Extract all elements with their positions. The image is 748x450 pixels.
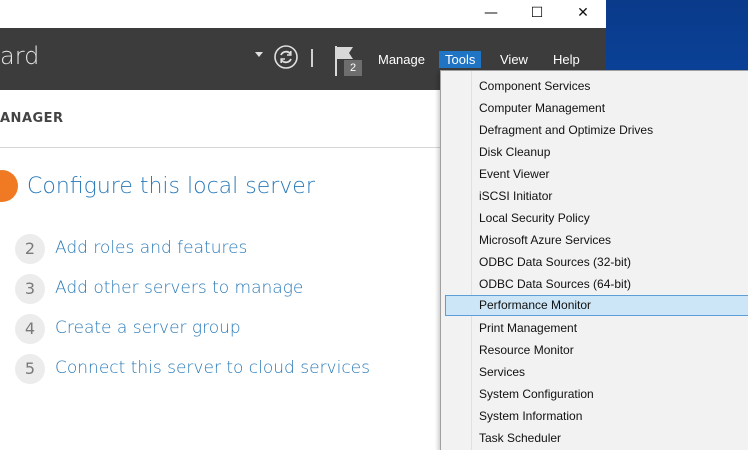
window-titlebar: — ☐ ✕	[0, 0, 606, 28]
menu-item-resource-monitor[interactable]: Resource Monitor	[445, 340, 747, 361]
menu-item-services[interactable]: Services	[445, 362, 747, 383]
menu-item-system-configuration[interactable]: System Configuration	[445, 384, 747, 405]
menu-view[interactable]: View	[494, 51, 534, 68]
menu-item-defragment[interactable]: Defragment and Optimize Drives	[445, 120, 747, 141]
menu-item-odbc-64[interactable]: ODBC Data Sources (64-bit)	[445, 274, 747, 295]
create-server-group-link[interactable]: Create a server group	[55, 318, 241, 338]
menu-item-event-viewer[interactable]: Event Viewer	[445, 164, 747, 185]
menu-item-disk-cleanup[interactable]: Disk Cleanup	[445, 142, 747, 163]
page-title: ard	[0, 42, 40, 70]
refresh-icon[interactable]	[274, 45, 298, 69]
menu-item-odbc-32[interactable]: ODBC Data Sources (32-bit)	[445, 252, 747, 273]
step-number: 3	[15, 274, 45, 304]
menu-item-computer-management[interactable]: Computer Management	[445, 98, 747, 119]
step-number: 2	[15, 234, 45, 264]
menu-item-system-information[interactable]: System Information	[445, 406, 747, 427]
minimize-button[interactable]: —	[468, 0, 514, 28]
menu-item-performance-monitor[interactable]: Performance Monitor	[445, 295, 748, 316]
maximize-button[interactable]: ☐	[514, 0, 560, 28]
menu-item-task-scheduler[interactable]: Task Scheduler	[445, 428, 747, 449]
toolbar-divider	[311, 49, 313, 67]
menu-item-print-management[interactable]: Print Management	[445, 318, 747, 339]
add-roles-link[interactable]: Add roles and features	[55, 238, 247, 258]
menu-item-azure-services[interactable]: Microsoft Azure Services	[445, 230, 747, 251]
step-number: 4	[15, 314, 45, 344]
step-number: 5	[15, 354, 45, 384]
configure-local-server-link[interactable]: Configure this local server	[27, 174, 315, 199]
section-header: ANAGER	[0, 90, 440, 148]
notification-count-badge: 2	[344, 60, 362, 76]
menu-help[interactable]: Help	[547, 51, 586, 68]
quick-start-panel: Configure this local server 2 Add roles …	[0, 148, 440, 449]
menu-item-iscsi-initiator[interactable]: iSCSI Initiator	[445, 186, 747, 207]
menu-manage[interactable]: Manage	[372, 51, 431, 68]
menu-tools[interactable]: Tools	[439, 51, 482, 68]
close-button[interactable]: ✕	[560, 0, 606, 28]
section-title: ANAGER	[0, 111, 64, 126]
menu-item-component-services[interactable]: Component Services	[445, 76, 747, 97]
step-1-badge	[0, 170, 18, 202]
tools-dropdown-menu: Component Services Computer Management D…	[440, 70, 748, 450]
add-servers-link[interactable]: Add other servers to manage	[55, 278, 303, 298]
chevron-down-icon[interactable]	[255, 52, 263, 57]
menu-item-local-security-policy[interactable]: Local Security Policy	[445, 208, 747, 229]
connect-cloud-services-link[interactable]: Connect this server to cloud services	[55, 358, 370, 378]
